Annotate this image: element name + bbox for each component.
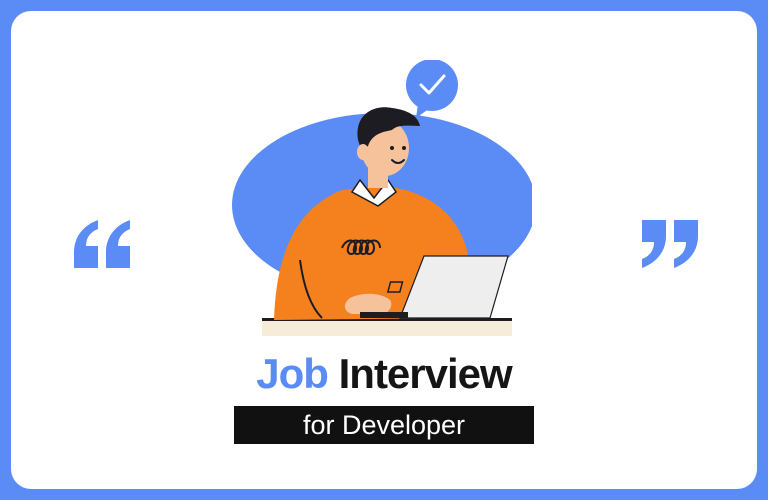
subtitle-text: for Developer bbox=[302, 410, 466, 440]
right-double-quote-icon bbox=[642, 220, 698, 268]
check-speech-bubble-icon bbox=[406, 60, 458, 118]
page-title: Job Interview bbox=[0, 346, 768, 402]
developer-illustration bbox=[232, 60, 532, 336]
left-double-quote-icon bbox=[74, 220, 130, 268]
title-word-job: Job bbox=[256, 350, 329, 397]
subtitle-banner: for Developer bbox=[234, 406, 534, 444]
title-word-interview: Interview bbox=[338, 350, 513, 397]
